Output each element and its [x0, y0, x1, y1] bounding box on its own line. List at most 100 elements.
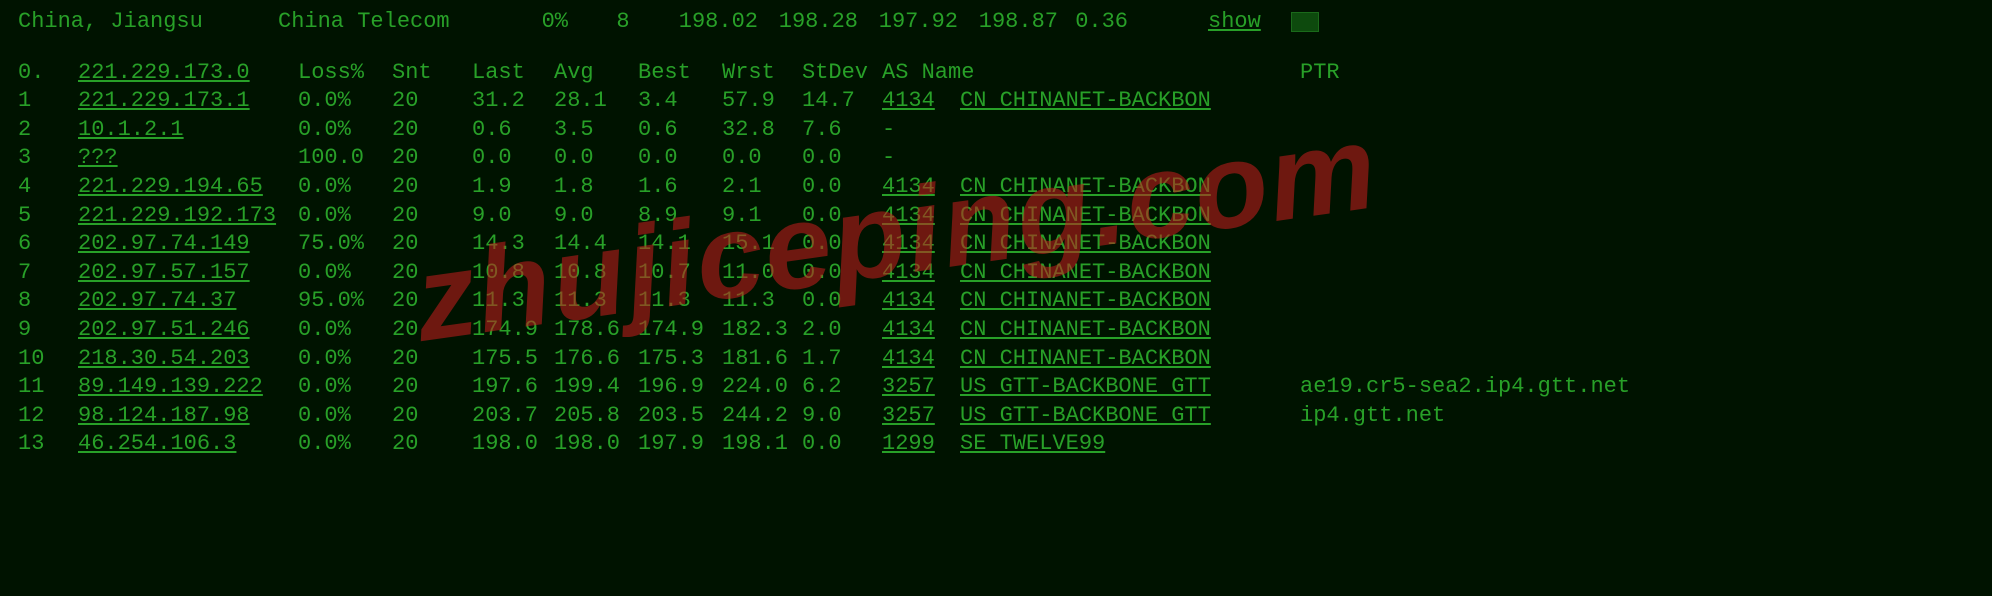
- hop-asn: 4134: [882, 316, 960, 345]
- hop-asn: 3257: [882, 402, 960, 431]
- hop-avg: 176.6: [554, 345, 638, 374]
- hop-loss: 95.0%: [298, 287, 392, 316]
- hop-asname: [960, 116, 1300, 145]
- hop-ip[interactable]: 221.229.194.65: [78, 173, 298, 202]
- hop-avg: 1.8: [554, 173, 638, 202]
- hop-best: 10.7: [638, 259, 722, 288]
- hop-asname: CN CHINANET-BACKBON: [960, 316, 1300, 345]
- hop-ip[interactable]: 202.97.74.37: [78, 287, 298, 316]
- summary-isp: China Telecom: [278, 8, 508, 37]
- hop-last: 1.9: [472, 173, 554, 202]
- hop-avg: 10.8: [554, 259, 638, 288]
- hop-asn: 1299: [882, 430, 960, 459]
- hop-number: 1: [18, 87, 78, 116]
- hop-ip[interactable]: ???: [78, 144, 298, 173]
- hop-snt: 20: [392, 202, 472, 231]
- col-stdev: StDev: [802, 59, 882, 88]
- hop-wrst: 181.6: [722, 345, 802, 374]
- hop-snt: 20: [392, 345, 472, 374]
- hop-wrst: 0.0: [722, 144, 802, 173]
- hop-avg: 0.0: [554, 144, 638, 173]
- hop-ip[interactable]: 202.97.51.246: [78, 316, 298, 345]
- hop-stdev: 14.7: [802, 87, 882, 116]
- hop-stdev: 9.0: [802, 402, 882, 431]
- table-row: 1346.254.106.30.0%20198.0198.0197.9198.1…: [18, 430, 1630, 459]
- hop-snt: 20: [392, 430, 472, 459]
- summary-loss: 0%: [508, 8, 588, 37]
- hop-stdev: 1.7: [802, 345, 882, 374]
- hop-asname: [960, 144, 1300, 173]
- hop-last: 0.0: [472, 144, 554, 173]
- hop-ptr: [1300, 259, 1630, 288]
- hop-stdev: 0.0: [802, 287, 882, 316]
- hop-ip[interactable]: 221.229.192.173: [78, 202, 298, 231]
- col-wrst: Wrst: [722, 59, 802, 88]
- table-row: 8202.97.74.3795.0%2011.311.311.311.30.04…: [18, 287, 1630, 316]
- hop-loss: 0.0%: [298, 430, 392, 459]
- hop-ip[interactable]: 202.97.74.149: [78, 230, 298, 259]
- hop-asn: 4134: [882, 173, 960, 202]
- hop-loss: 0.0%: [298, 316, 392, 345]
- hop-last: 14.3: [472, 230, 554, 259]
- hop-loss: 100.0: [298, 144, 392, 173]
- hop-loss: 0.0%: [298, 373, 392, 402]
- hop-ip[interactable]: 218.30.54.203: [78, 345, 298, 374]
- hop-last: 198.0: [472, 430, 554, 459]
- hop-asname: CN CHINANET-BACKBON: [960, 345, 1300, 374]
- hop-avg: 28.1: [554, 87, 638, 116]
- hop-asname: CN CHINANET-BACKBON: [960, 287, 1300, 316]
- hop-asn: 4134: [882, 259, 960, 288]
- hop-ip[interactable]: 221.229.173.1: [78, 87, 298, 116]
- hop-last: 9.0: [472, 202, 554, 231]
- hop-stdev: 6.2: [802, 373, 882, 402]
- status-block-icon: [1291, 12, 1319, 32]
- hop-wrst: 198.1: [722, 430, 802, 459]
- show-link[interactable]: show: [1208, 8, 1261, 37]
- hop-stdev: 7.6: [802, 116, 882, 145]
- hop-best: 0.6: [638, 116, 722, 145]
- hop-stdev: 0.0: [802, 259, 882, 288]
- hop-ptr: ip4.gtt.net: [1300, 402, 1630, 431]
- hop-ptr: [1300, 173, 1630, 202]
- table-row: 4221.229.194.650.0%201.91.81.62.10.04134…: [18, 173, 1630, 202]
- hop-avg: 14.4: [554, 230, 638, 259]
- hop-asn: 4134: [882, 230, 960, 259]
- hop-ip[interactable]: 10.1.2.1: [78, 116, 298, 145]
- hop-number: 5: [18, 202, 78, 231]
- hop-loss: 0.0%: [298, 402, 392, 431]
- hop-ip[interactable]: 89.149.139.222: [78, 373, 298, 402]
- hop-ip[interactable]: 202.97.57.157: [78, 259, 298, 288]
- hop-asname: CN CHINANET-BACKBON: [960, 230, 1300, 259]
- hop-asname: CN CHINANET-BACKBON: [960, 87, 1300, 116]
- hop-best: 196.9: [638, 373, 722, 402]
- hop-ptr: [1300, 116, 1630, 145]
- hop-snt: 20: [392, 402, 472, 431]
- table-row: 1298.124.187.980.0%20203.7205.8203.5244.…: [18, 402, 1630, 431]
- hop-ip[interactable]: 98.124.187.98: [78, 402, 298, 431]
- hop-avg: 11.3: [554, 287, 638, 316]
- table-row: 6202.97.74.14975.0%2014.314.414.115.10.0…: [18, 230, 1630, 259]
- col-ip: 221.229.173.0: [78, 59, 298, 88]
- hop-snt: 20: [392, 144, 472, 173]
- hop-loss: 0.0%: [298, 202, 392, 231]
- hop-asn: 4134: [882, 202, 960, 231]
- summary-row: China, Jiangsu China Telecom 0% 8 198.02…: [18, 8, 1974, 37]
- hop-stdev: 2.0: [802, 316, 882, 345]
- hop-ptr: [1300, 230, 1630, 259]
- table-row: 9202.97.51.2460.0%20174.9178.6174.9182.3…: [18, 316, 1630, 345]
- hop-asname: CN CHINANET-BACKBON: [960, 259, 1300, 288]
- hop-number: 9: [18, 316, 78, 345]
- hop-ip[interactable]: 46.254.106.3: [78, 430, 298, 459]
- hop-loss: 0.0%: [298, 259, 392, 288]
- col-snt: Snt: [392, 59, 472, 88]
- col-ptr: PTR: [1300, 59, 1630, 88]
- hop-best: 14.1: [638, 230, 722, 259]
- hop-last: 203.7: [472, 402, 554, 431]
- hop-best: 0.0: [638, 144, 722, 173]
- hop-best: 11.3: [638, 287, 722, 316]
- hop-best: 8.9: [638, 202, 722, 231]
- hop-number: 6: [18, 230, 78, 259]
- hop-loss: 0.0%: [298, 87, 392, 116]
- col-avg: Avg: [554, 59, 638, 88]
- traceroute-table: 0. 221.229.173.0 Loss% Snt Last Avg Best…: [18, 59, 1630, 459]
